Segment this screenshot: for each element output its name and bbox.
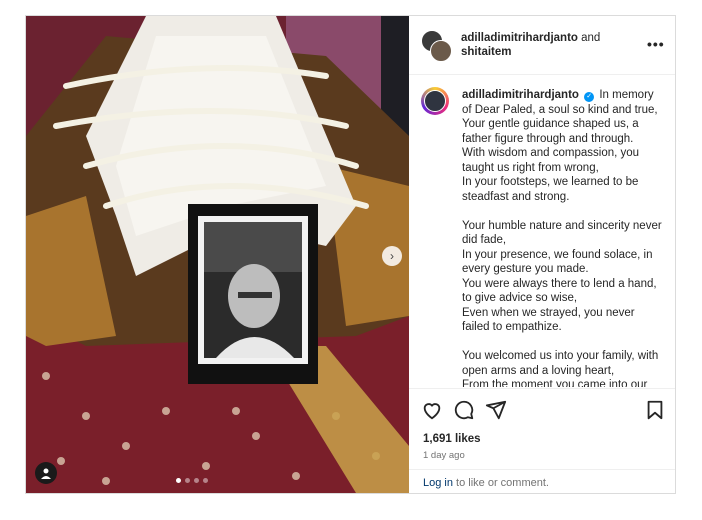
- carousel-dot: [185, 478, 190, 483]
- verified-icon: ✓: [584, 92, 595, 102]
- login-prompt: Log in to like or comment.: [409, 469, 675, 495]
- chevron-right-icon: ›: [390, 249, 394, 263]
- share-icon[interactable]: [485, 399, 507, 421]
- tagged-users-button[interactable]: [35, 462, 57, 484]
- avatar: [430, 40, 452, 62]
- user-icon: [41, 468, 51, 479]
- next-slide-button[interactable]: ›: [382, 246, 402, 266]
- post-card: › adilladimitrihardjanto and shitaitem •…: [25, 15, 676, 494]
- comment-icon[interactable]: [453, 399, 475, 421]
- caption-username[interactable]: adilladimitrihardjanto: [462, 89, 579, 101]
- author-names: adilladimitrihardjanto and shitaitem: [461, 31, 641, 59]
- post-image[interactable]: ›: [26, 16, 409, 493]
- login-prompt-text: to like or comment.: [452, 477, 549, 489]
- post-sidebar: adilladimitrihardjanto and shitaitem •••…: [409, 16, 675, 493]
- carousel-dot: [176, 478, 181, 483]
- likes-count[interactable]: 1,691 likes: [423, 433, 481, 445]
- funeral-photo: [26, 16, 409, 493]
- post-date[interactable]: 1 day ago: [423, 450, 465, 461]
- post-header: adilladimitrihardjanto and shitaitem •••: [409, 16, 675, 75]
- author-username-2[interactable]: shitaitem: [461, 46, 512, 58]
- author-connector: and: [577, 32, 601, 44]
- carousel-dot: [194, 478, 199, 483]
- author-username-1[interactable]: adilladimitrihardjanto: [461, 32, 578, 44]
- carousel-dot: [203, 478, 208, 483]
- caption-text: adilladimitrihardjanto ✓ In memory of De…: [462, 88, 662, 387]
- caption-avatar[interactable]: [421, 87, 449, 115]
- bookmark-icon[interactable]: [644, 399, 666, 421]
- action-bar: 1,691 likes 1 day ago Log in to like or …: [409, 388, 675, 494]
- more-options-button[interactable]: •••: [647, 36, 665, 52]
- carousel-indicator: [176, 478, 208, 483]
- caption-area[interactable]: adilladimitrihardjanto ✓ In memory of De…: [409, 75, 675, 387]
- caption-body: In memory of Dear Paled, a soul so kind …: [462, 89, 662, 387]
- author-avatars[interactable]: [421, 30, 452, 62]
- login-link[interactable]: Log in: [423, 477, 453, 489]
- heart-icon[interactable]: [421, 399, 443, 421]
